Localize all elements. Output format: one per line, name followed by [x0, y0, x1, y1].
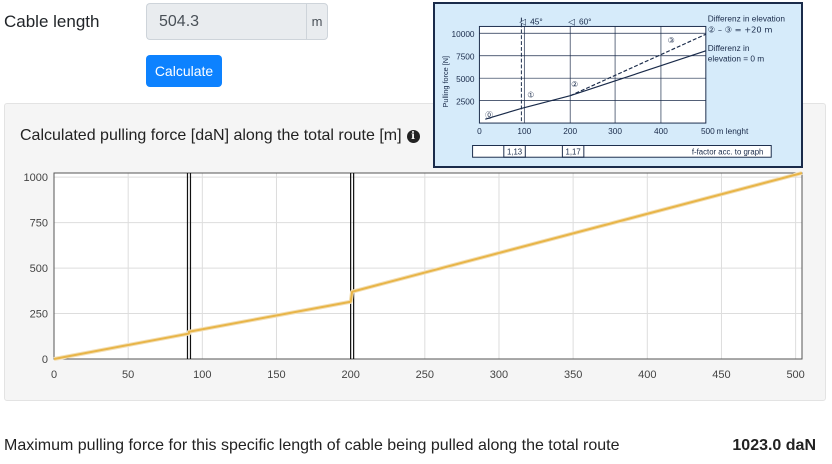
- chart-x-tick: 400: [638, 369, 656, 381]
- chart-x-tick: 250: [416, 369, 434, 381]
- chart-x-tick: 300: [490, 369, 508, 381]
- chart-x-tick: 100: [193, 369, 211, 381]
- ref-ytick: 2500: [456, 97, 475, 107]
- ref-factor-2: 1,17: [566, 147, 581, 156]
- unit-addon: m: [306, 3, 328, 40]
- info-icon[interactable]: i: [406, 129, 420, 143]
- pulling-force-chart: 0 50 100 150 200 250 300 350 400 450 500 0 250 500 750…: [24, 171, 805, 381]
- ref-xtick: 0: [477, 126, 482, 136]
- chart-x-tick: 50: [122, 369, 134, 381]
- chart-title-text: Calculated pulling force [daN] along the…: [20, 127, 402, 144]
- ref-xtick: 300: [608, 126, 622, 136]
- chart-y-tick: 750: [30, 218, 48, 230]
- chart-x-tick: 450: [712, 369, 730, 381]
- ref-factor-1: 1,13: [507, 147, 522, 156]
- chart-y-tick: 1000: [24, 172, 48, 184]
- ref-angle-45-icon: ◁: [519, 17, 526, 27]
- ref-marker-2: ②: [571, 80, 578, 89]
- ref-marker-3: ③: [668, 36, 675, 45]
- calculate-button[interactable]: Calculate: [146, 55, 222, 87]
- chart-y-tick: 0: [42, 354, 48, 366]
- chart-x-tick: 150: [267, 369, 285, 381]
- ref-xtick: 100: [517, 126, 531, 136]
- chart-x-tick: 0: [51, 369, 57, 381]
- cable-length-group: m: [146, 3, 328, 40]
- cable-length-label: Cable length: [4, 12, 100, 31]
- chart-x-tick: 500: [786, 369, 804, 381]
- ref-legend-line-3: Differenz in: [708, 43, 750, 53]
- chart-title: Calculated pulling force [daN] along the…: [20, 127, 420, 145]
- cable-length-input[interactable]: [146, 3, 306, 40]
- ref-ytick: 7500: [456, 52, 475, 62]
- ref-marker-1: ①: [527, 91, 534, 100]
- ref-ytick: 5000: [456, 74, 475, 84]
- reference-graph-panel: 10000 7500 5000 2500 Pulling force [N] 0…: [433, 2, 803, 168]
- ref-angle-60-icon: ◁: [568, 17, 575, 27]
- max-force-label: Maximum pulling force for this specific …: [4, 437, 620, 454]
- ref-factor-caption: f-factor acc. to graph: [692, 147, 764, 156]
- ref-legend-line-4: elevation = 0 m: [708, 54, 764, 64]
- chart-x-tick: 200: [341, 369, 359, 381]
- ref-ytick: 10000: [452, 29, 475, 39]
- max-force-value: 1023.0 daN: [732, 437, 816, 454]
- ref-ylabel: Pulling force [N]: [441, 56, 450, 108]
- chart-y-tick: 250: [30, 309, 48, 321]
- ref-legend-line-2: ② – ③ = +20 m: [708, 24, 773, 34]
- ref-marker-0: ⓪: [485, 111, 493, 120]
- ref-angle-45-label: 45°: [530, 16, 543, 26]
- ref-angle-60-label: 60°: [579, 16, 592, 26]
- chart-x-tick: 350: [564, 369, 582, 381]
- ref-plot-area: [478, 17, 707, 124]
- chart-y-tick: 500: [30, 263, 48, 275]
- ref-xtick: 200: [563, 126, 577, 136]
- ref-xtick: 400: [654, 126, 668, 136]
- ref-legend-line-1: Differenz in elevation: [708, 14, 786, 24]
- ref-xtick: 500: [701, 126, 715, 136]
- ref-x-unit: m lenght: [717, 126, 749, 136]
